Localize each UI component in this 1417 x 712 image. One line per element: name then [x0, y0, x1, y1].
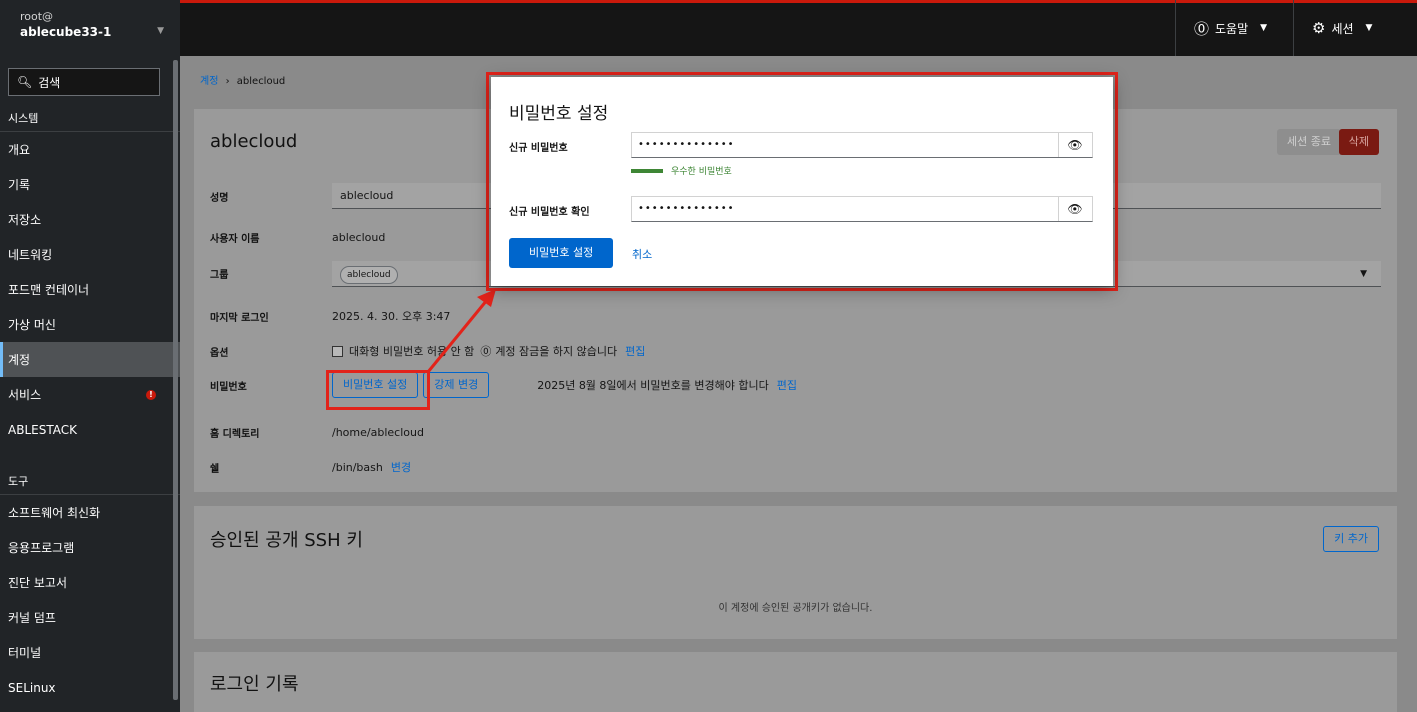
ssh-keys-title: 승인된 공개 SSH 키 [210, 530, 363, 551]
lock-text: 계정 잠금을 하지 않습니다 [495, 345, 618, 358]
annotation-highlight-button [326, 370, 430, 410]
password-expiry-text: 2025년 8월 8일에서 비밀번호를 변경해야 합니다 [537, 379, 769, 392]
delete-account-button[interactable]: 삭제 [1338, 129, 1379, 155]
sidebar: 🔍︎ 검색 시스템 개요 기록 저장소 네트워킹 포드맨 컨테이너 가상 머신 … [0, 56, 180, 712]
sidebar-scrollbar[interactable] [173, 60, 178, 700]
home-label: 홈 디렉토리 [210, 429, 260, 440]
submit-password-button[interactable]: 비밀번호 설정 [509, 238, 614, 268]
group-chip[interactable]: ablecloud [340, 266, 398, 284]
groups-row: 그룹 [210, 266, 332, 281]
options-label: 옵션 [210, 347, 229, 359]
options-text: 대화형 비밀번호 허용 안 함 [349, 345, 475, 358]
strength-bar [631, 168, 663, 173]
sidebar-section-tools: 도구 [0, 467, 180, 495]
last-login-label: 마지막 로그인 [210, 312, 269, 324]
chevron-down-icon: ▼ [157, 26, 164, 36]
page-title: ablecloud [210, 131, 298, 152]
sidebar-item-terminal[interactable]: 터미널 [0, 635, 180, 670]
username-value: ablecloud [332, 231, 386, 244]
sidebar-item-services[interactable]: 서비스 ! [0, 377, 180, 412]
change-shell-link[interactable]: 변경 [391, 459, 411, 475]
shell-label: 쉘 [210, 463, 220, 475]
strength-text: 우수한 비밀번호 [671, 167, 732, 177]
sidebar-item-selinux[interactable]: SELinux [0, 670, 180, 705]
chevron-down-icon: ▼ [1365, 23, 1373, 33]
host-switcher[interactable]: root@ ablecube33-1 ▼ [0, 0, 180, 59]
confirm-password-label: 신규 비밀번호 확인 [509, 207, 590, 218]
home-row: 홈 디렉토리 /home/ablecloud [210, 425, 424, 440]
sidebar-item-podman[interactable]: 포드맨 컨테이너 [0, 272, 180, 307]
set-password-dialog: 비밀번호 설정 신규 비밀번호 •••••••••••••• 👁︎ 우수한 비밀… [491, 77, 1113, 286]
help-icon: ⓪ [1194, 19, 1210, 38]
search-input[interactable]: 🔍︎ 검색 [8, 68, 160, 96]
ssh-empty-text: 이 계정에 승인된 공개키가 없습니다. [718, 603, 873, 614]
sidebar-item-apps[interactable]: 응용프로그램 [0, 530, 180, 565]
shell-row: 쉘 /bin/bash 변경 [210, 459, 411, 475]
confirm-password-value: •••••••••••••• [638, 203, 735, 214]
login-history-title: 로그인 기록 [210, 674, 299, 695]
host-name: ablecube33-1 [20, 25, 112, 39]
sidebar-item-storage[interactable]: 저장소 [0, 202, 180, 237]
full-name-label: 성명 [210, 193, 229, 204]
force-change-button[interactable]: 강제 변경 [423, 372, 490, 398]
gear-icon: ⚙ [1312, 19, 1326, 37]
search-label: 검색 [38, 75, 61, 90]
new-password-value: •••••••••••••• [638, 139, 735, 150]
last-login-value: 2025. 4. 30. 오후 3:47 [332, 310, 451, 323]
username-label: 사용자 이름 [210, 234, 260, 245]
sidebar-item-updates[interactable]: 소프트웨어 최신화 [0, 495, 180, 530]
sidebar-item-kdump[interactable]: 커널 덤프 [0, 600, 180, 635]
edit-lock-link[interactable]: 편집 [625, 343, 645, 359]
disallow-password-checkbox[interactable] [332, 345, 343, 357]
sidebar-item-overview[interactable]: 개요 [0, 132, 180, 167]
host-user: root@ [20, 10, 54, 23]
new-password-field[interactable]: •••••••••••••• 👁︎ [631, 132, 1093, 158]
confirm-password-field[interactable]: •••••••••••••• 👁︎ [631, 196, 1093, 222]
help-icon[interactable]: ⓪ [480, 343, 491, 359]
ssh-keys-card: 승인된 공개 SSH 키 키 추가 이 계정에 승인된 공개키가 없습니다. [194, 506, 1397, 639]
password-label: 비밀번호 [210, 381, 247, 393]
new-password-label: 신규 비밀번호 [509, 143, 568, 154]
eye-icon[interactable]: 👁︎ [1058, 197, 1092, 221]
cancel-button[interactable]: 취소 [632, 246, 652, 262]
full-name-row: 성명 [210, 189, 332, 204]
edit-expiry-link[interactable]: 편집 [777, 377, 797, 393]
options-row: 옵션 대화형 비밀번호 허용 안 함 ⓪ 계정 잠금을 하지 않습니다 편집 [210, 343, 645, 359]
search-icon: 🔍︎ [17, 75, 33, 89]
sidebar-item-vms[interactable]: 가상 머신 [0, 307, 180, 342]
sidebar-item-networking[interactable]: 네트워킹 [0, 237, 180, 272]
sidebar-item-logs[interactable]: 기록 [0, 167, 180, 202]
error-badge-icon: ! [146, 389, 156, 400]
password-strength-meter: 우수한 비밀번호 [631, 164, 732, 177]
sidebar-item-label: 서비스 [8, 388, 42, 402]
eye-icon[interactable]: 👁︎ [1058, 133, 1092, 157]
breadcrumb-separator: › [225, 76, 230, 87]
breadcrumb-current: ablecloud [236, 76, 286, 87]
groups-label: 그룹 [210, 270, 229, 281]
chevron-down-icon: ▼ [1260, 23, 1268, 33]
username-row: 사용자 이름 ablecloud [210, 230, 385, 245]
sidebar-section-system: 시스템 [0, 104, 180, 132]
session-menu-button[interactable]: ⚙ 세션 ▼ [1293, 0, 1417, 56]
password-row: 비밀번호 비밀번호 설정 강제 변경 2025년 8월 8일에서 비밀번호를 변… [210, 370, 797, 400]
dialog-title: 비밀번호 설정 [509, 104, 609, 124]
shell-value: /bin/bash [332, 460, 383, 474]
chevron-down-icon: ▼ [1360, 269, 1367, 279]
breadcrumb-accounts-link[interactable]: 계정 [200, 76, 218, 87]
session-label: 세션 [1331, 21, 1354, 36]
top-bar: root@ ablecube33-1 ▼ ⓪ 도움말 ▼ ⚙ 세션 ▼ [0, 0, 1417, 59]
help-menu-button[interactable]: ⓪ 도움말 ▼ [1175, 0, 1293, 56]
sidebar-item-diagnostics[interactable]: 진단 보고서 [0, 565, 180, 600]
sidebar-item-accounts[interactable]: 계정 [0, 342, 180, 377]
sidebar-item-ablestack[interactable]: ABLESTACK [0, 412, 180, 447]
home-value: /home/ablecloud [332, 426, 424, 439]
last-login-row: 마지막 로그인 2025. 4. 30. 오후 3:47 [210, 308, 450, 324]
breadcrumb: 계정 › ablecloud [200, 72, 285, 87]
add-key-button[interactable]: 키 추가 [1323, 526, 1379, 552]
login-history-card: 로그인 기록 [194, 652, 1397, 712]
end-session-button[interactable]: 세션 종료 [1277, 129, 1341, 155]
help-label: 도움말 [1215, 21, 1249, 36]
